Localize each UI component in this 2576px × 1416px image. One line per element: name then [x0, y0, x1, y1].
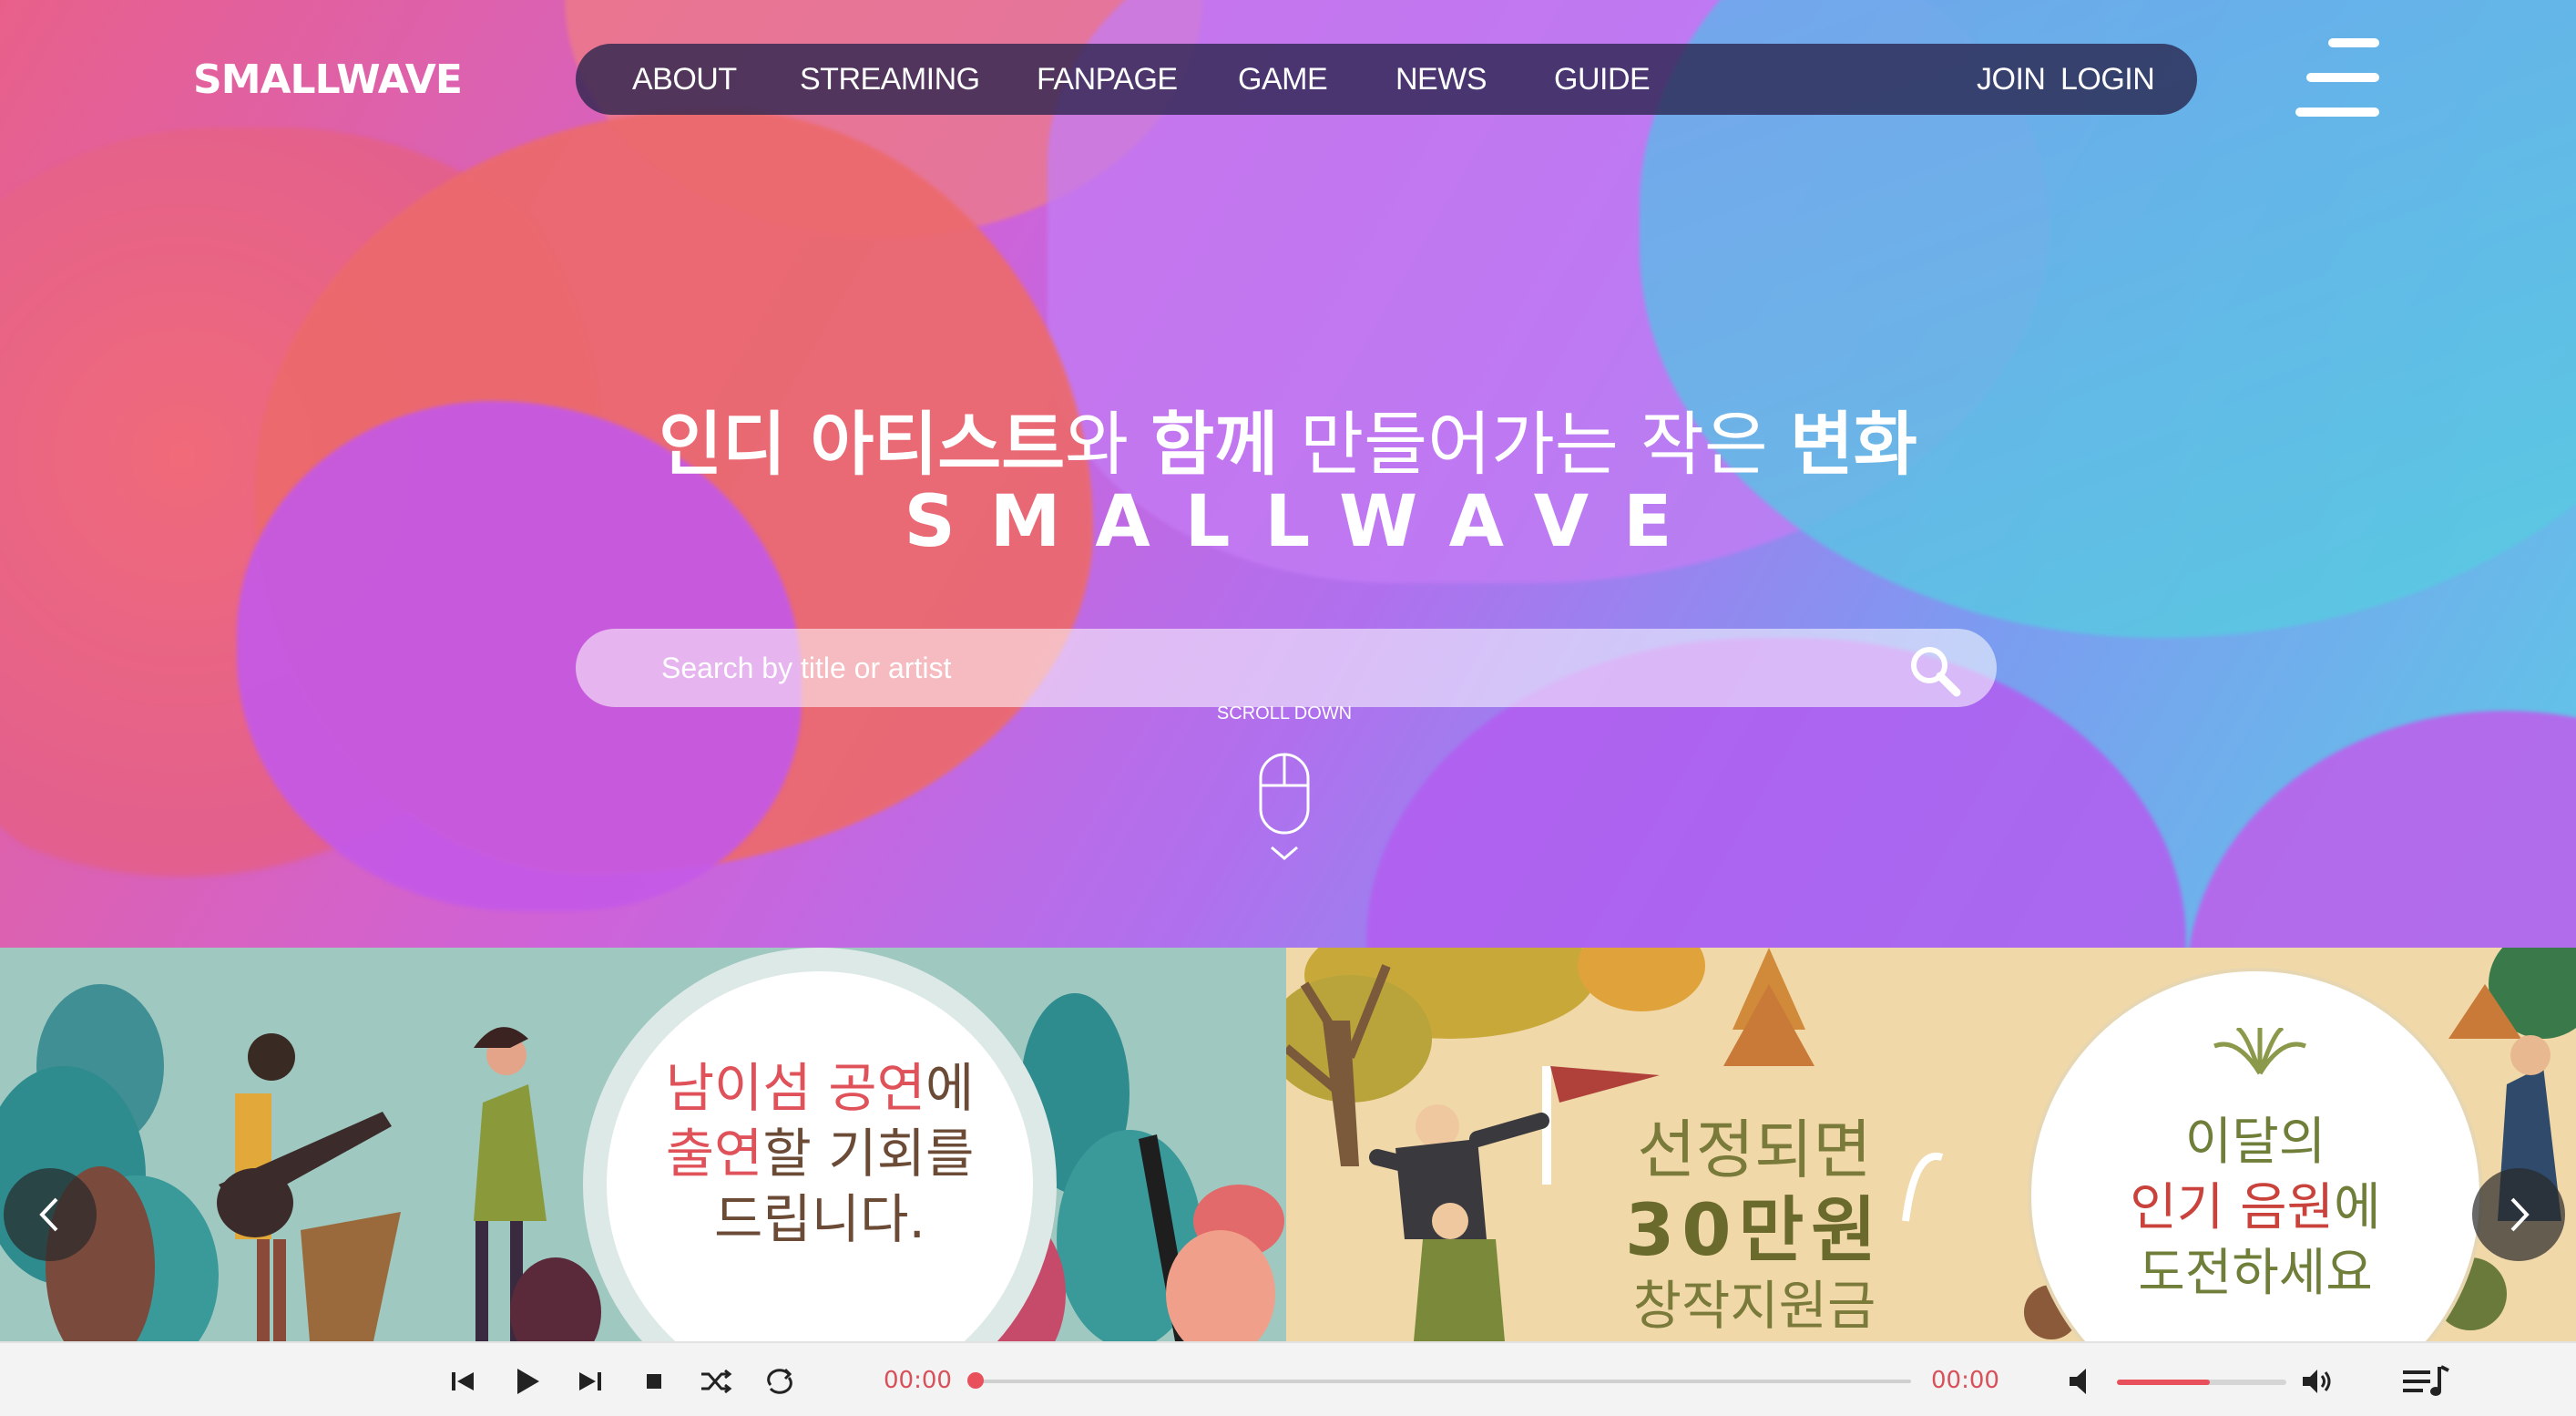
- carousel-next-button[interactable]: [2472, 1168, 2565, 1261]
- banner-left-text-part: 에: [925, 1057, 975, 1119]
- volume-level: [2117, 1380, 2211, 1385]
- scroll-down-label[interactable]: SCROLL DOWN: [1130, 703, 1439, 724]
- menu-icon[interactable]: [2295, 38, 2379, 118]
- tagline-part: 만들어가는 작은: [1278, 404, 1790, 485]
- hero-brand: SMALLWAVE: [904, 481, 1707, 563]
- site-logo[interactable]: SMALLWAVE: [193, 56, 463, 103]
- current-time: 00:00: [884, 1367, 952, 1394]
- banner-middle-amount: 30만원: [1624, 1190, 1885, 1272]
- banner-right-line: 이달의: [2184, 1113, 2326, 1172]
- banner-middle-line: 선정되면: [1637, 1113, 1872, 1187]
- play-icon[interactable]: [508, 1363, 545, 1400]
- banner-left-text: 남이섬 공연에 출연할 기회를 드립니다.: [638, 1055, 1002, 1252]
- volume-mute-icon[interactable]: [2062, 1363, 2099, 1400]
- nav-game[interactable]: GAME: [1238, 62, 1328, 97]
- hero-blob: [2186, 711, 2576, 948]
- chevron-right-icon: [2510, 1197, 2530, 1232]
- banner-left-highlight: 남이섬 공연: [665, 1057, 925, 1119]
- banner-right-line: 도전하세요: [2138, 1244, 2373, 1303]
- tagline-part: 인디 아티스트: [659, 404, 1066, 485]
- banner-left-text-part: 드립니다.: [714, 1188, 925, 1250]
- progress-handle[interactable]: [967, 1372, 984, 1389]
- search-icon[interactable]: [1906, 641, 1964, 700]
- join-link[interactable]: JOIN: [1977, 62, 2046, 97]
- nav-streaming[interactable]: STREAMING: [800, 62, 980, 97]
- nav-news[interactable]: NEWS: [1395, 62, 1487, 97]
- repeat-icon[interactable]: [762, 1363, 798, 1400]
- login-link[interactable]: LOGIN: [2060, 62, 2155, 97]
- playlist-icon[interactable]: [2401, 1363, 2450, 1400]
- banner-left-highlight: 출연: [665, 1123, 763, 1185]
- banner-right-highlight: 인기 음원: [2130, 1178, 2335, 1237]
- chevron-left-icon: [39, 1197, 58, 1232]
- banner-right-text: 이달의 인기 음원에 도전하세요: [2055, 1110, 2456, 1307]
- tagline-part: 함께: [1150, 404, 1279, 485]
- banner-middle-line: 창작지원금: [1632, 1275, 1876, 1337]
- main-nav: ABOUT STREAMING FANPAGE GAME NEWS GUIDE …: [576, 44, 2197, 115]
- search-bar: [576, 629, 1997, 707]
- stop-icon[interactable]: [636, 1363, 672, 1400]
- volume-up-icon[interactable]: [2299, 1363, 2336, 1400]
- banner-left-text-part: 할 기회를: [762, 1123, 975, 1185]
- mouse-scroll-icon[interactable]: [1255, 753, 1314, 871]
- banner-middle-text: 선정되면 30만원 창작지원금: [1600, 1112, 1909, 1338]
- tagline-part: 변화: [1790, 404, 1917, 485]
- progress-bar[interactable]: [973, 1380, 1911, 1383]
- nav-fanpage[interactable]: FANPAGE: [1037, 62, 1178, 97]
- banner-right-text-part: 에: [2334, 1178, 2381, 1237]
- hero-tagline: 인디 아티스트와 함께 만들어가는 작은 변화: [0, 388, 2576, 488]
- carousel-prev-button[interactable]: [4, 1168, 97, 1261]
- volume-slider[interactable]: [2117, 1380, 2286, 1385]
- music-player: 00:00 00:00: [0, 1341, 2576, 1416]
- shuffle-icon[interactable]: [698, 1363, 734, 1400]
- search-input[interactable]: [661, 647, 1845, 689]
- previous-track-icon[interactable]: [445, 1363, 481, 1400]
- nav-about[interactable]: ABOUT: [632, 62, 737, 97]
- nav-guide[interactable]: GUIDE: [1554, 62, 1651, 97]
- next-track-icon[interactable]: [572, 1363, 608, 1400]
- leaf-icon: [2213, 1028, 2306, 1075]
- total-time: 00:00: [1931, 1367, 1999, 1394]
- tagline-part: 와: [1065, 404, 1151, 485]
